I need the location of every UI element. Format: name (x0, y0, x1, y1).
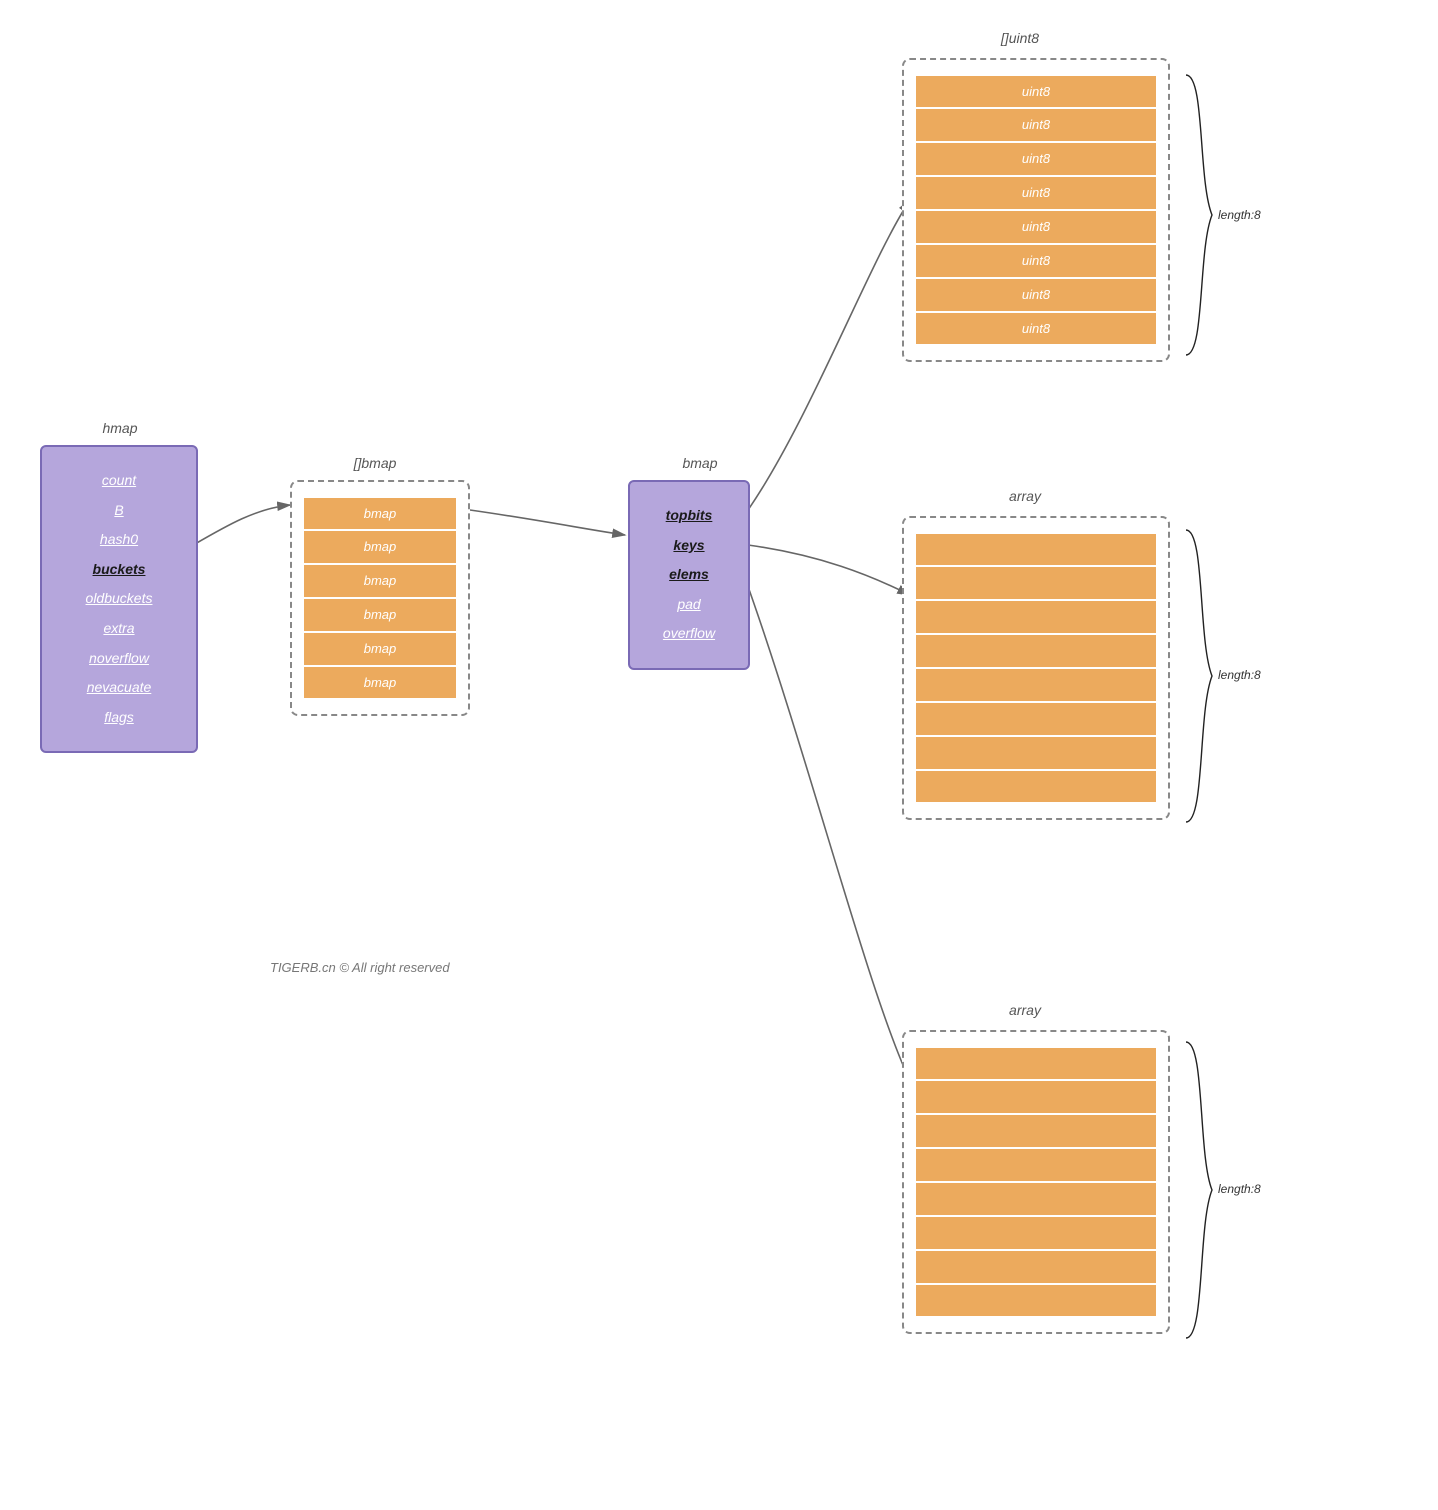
array1-row (914, 736, 1158, 770)
array2-row (914, 1284, 1158, 1318)
connector-layer (0, 0, 1438, 1510)
uint8-row: uint8 (914, 278, 1158, 312)
array1-row (914, 600, 1158, 634)
bmap-slice-title: []bmap (315, 455, 435, 471)
bmap-field-elems: elems (638, 565, 740, 585)
array1-row (914, 668, 1158, 702)
hmap-struct: count Bhash0 buckets oldbuckets extra noverfl… (40, 445, 198, 753)
array2-row (914, 1148, 1158, 1182)
array2-row (914, 1114, 1158, 1148)
uint8-row: uint8 (914, 244, 1158, 278)
array2-title: array (945, 1002, 1105, 1018)
array1-row (914, 532, 1158, 566)
hmap-field-count: count (50, 471, 188, 491)
array2-length-label: length:8 (1218, 1182, 1261, 1196)
hmap-field-oldbuckets: oldbuckets (50, 589, 188, 609)
diagram-canvas: hmap count Bhash0 buckets oldbuckets extra no… (0, 0, 1438, 1510)
uint8-row: uint8 (914, 210, 1158, 244)
array2-row (914, 1046, 1158, 1080)
hmap-field-hash0: hash0 (50, 530, 188, 550)
bmap-field-topbits: topbits (638, 506, 740, 526)
bmap-slice-row: bmap (302, 530, 458, 564)
array1-row (914, 566, 1158, 600)
array2-row (914, 1216, 1158, 1250)
bmap-title: bmap (640, 455, 760, 471)
hmap-field-nevacuate: nevacuate (50, 678, 188, 698)
bmap-slice-container: bmapbmapbmapbmapbmapbmap (290, 480, 470, 716)
uint8-row: uint8 (914, 108, 1158, 142)
array2-row (914, 1080, 1158, 1114)
bmap-slice-row: bmap (302, 598, 458, 632)
uint8-slice-container: uint8uint8uint8uint8uint8uint8uint8uint8 (902, 58, 1170, 362)
array1-row (914, 702, 1158, 736)
uint8-row: uint8 (914, 176, 1158, 210)
bmap-field-keys: keys (638, 536, 740, 556)
uint8-row: uint8 (914, 74, 1158, 108)
array1-title: array (945, 488, 1105, 504)
bmap-struct: topbits keys elems pad overflow (628, 480, 750, 670)
bmap-slice-row: bmap (302, 632, 458, 666)
bmap-slice-row: bmap (302, 564, 458, 598)
bmap-field-pad: pad (638, 595, 740, 615)
array1-container (902, 516, 1170, 820)
array1-row (914, 634, 1158, 668)
array2-row (914, 1182, 1158, 1216)
hmap-field-buckets: buckets (50, 560, 188, 580)
uint8-row: uint8 (914, 142, 1158, 176)
hmap-field-flags: flags (50, 708, 188, 728)
array2-container (902, 1030, 1170, 1334)
hmap-field-noverflow: noverflow (50, 649, 188, 669)
bmap-slice-row: bmap (302, 496, 458, 530)
array2-row (914, 1250, 1158, 1284)
array1-row (914, 770, 1158, 804)
footer-credit: TIGERB.cn © All right reserved (270, 960, 450, 975)
bmap-field-overflow: overflow (638, 624, 740, 644)
hmap-title: hmap (60, 420, 180, 436)
hmap-field-B: B (50, 501, 188, 521)
uint8-length-label: length:8 (1218, 208, 1261, 222)
uint8-slice-title: []uint8 (930, 30, 1110, 46)
bmap-slice-row: bmap (302, 666, 458, 700)
hmap-field-extra: extra (50, 619, 188, 639)
array1-length-label: length:8 (1218, 668, 1261, 682)
uint8-row: uint8 (914, 312, 1158, 346)
